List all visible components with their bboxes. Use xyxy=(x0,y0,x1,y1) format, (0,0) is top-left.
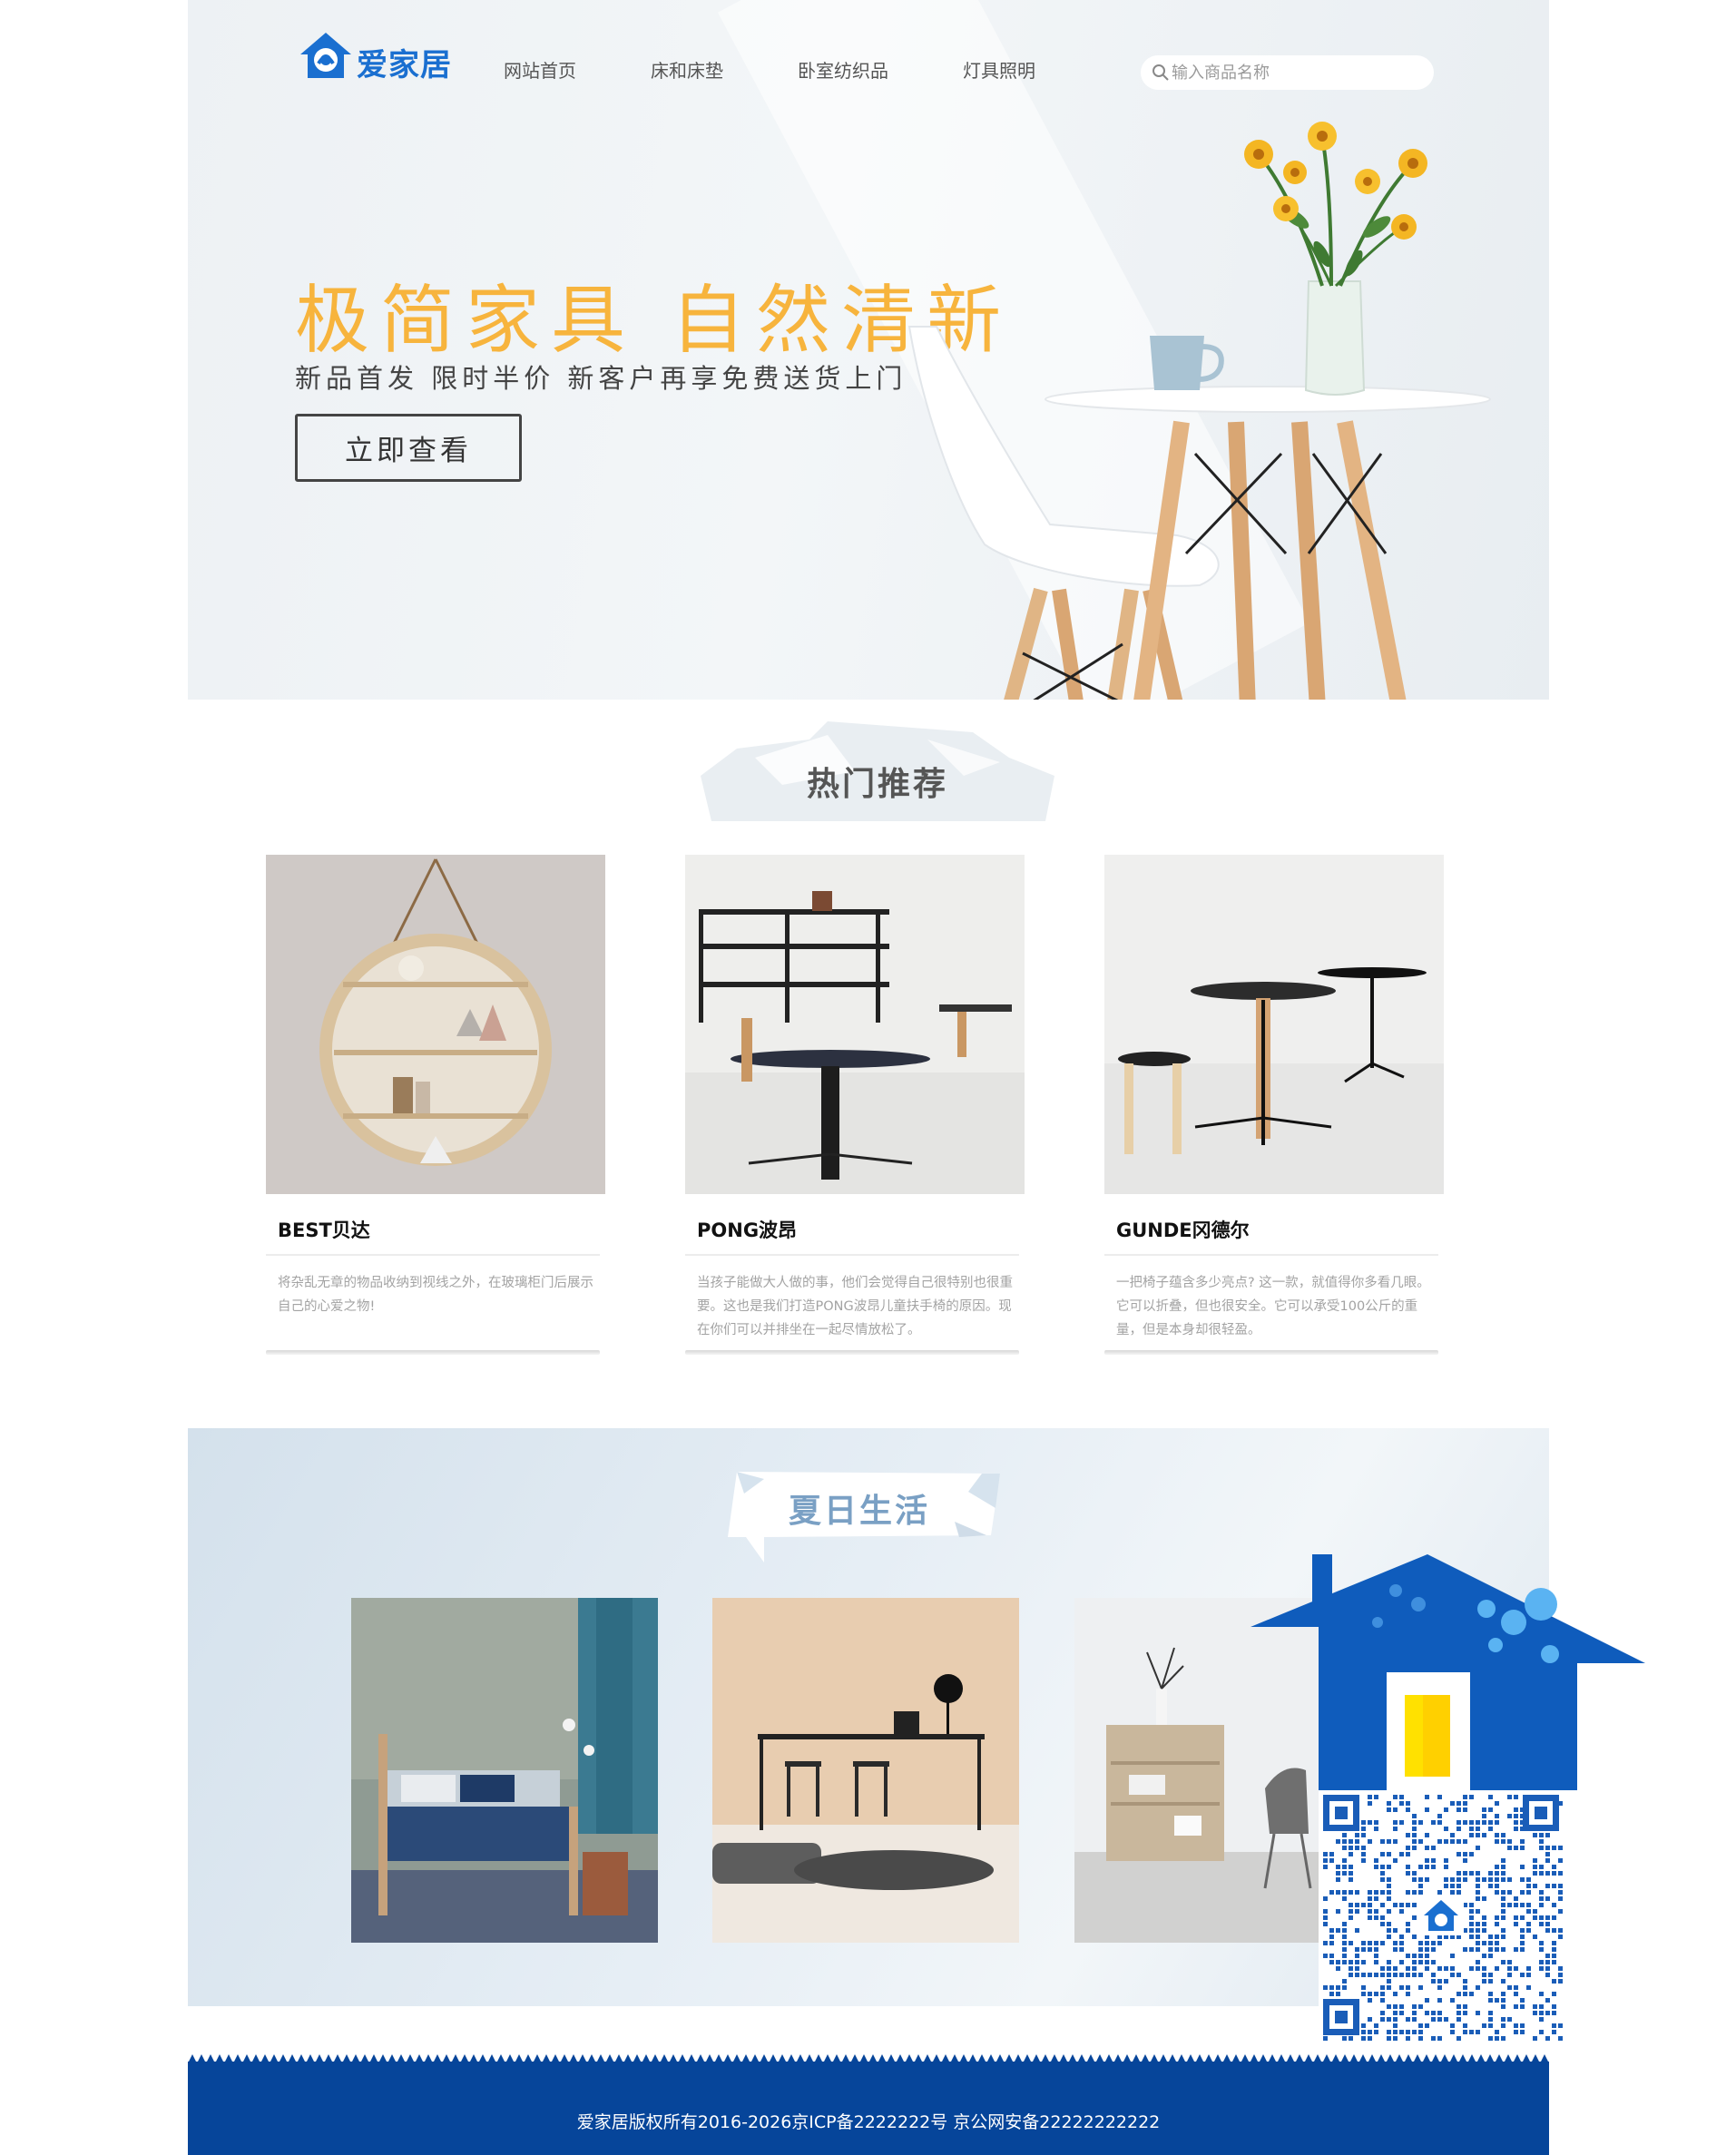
site-footer: 爱家居版权所有2016-2026京ICP备2222222号 京公网安备22222… xyxy=(188,2054,1549,2155)
qr-code-icon[interactable] xyxy=(1251,1554,1650,2044)
card-shadow xyxy=(1104,1350,1438,1355)
footer-zigzag-decoration xyxy=(188,2054,1549,2063)
search-box[interactable] xyxy=(1141,55,1434,90)
product-description: 一把椅子蕴含多少亮点? 这一款，就值得你多看几眼。它可以折叠，但也很安全。它可以… xyxy=(1116,1276,1430,1337)
card-shadow xyxy=(685,1350,1019,1355)
product-image[interactable] xyxy=(685,855,1025,1194)
bedroom-photo[interactable] xyxy=(351,1598,658,1943)
search-icon[interactable] xyxy=(1152,64,1170,82)
nav-item-beds[interactable]: 床和床垫 xyxy=(651,56,723,83)
site-logo[interactable]: 爱家居 xyxy=(297,27,460,86)
product-name[interactable]: PONG波昂 xyxy=(697,1216,797,1243)
divider xyxy=(1104,1254,1438,1256)
summer-section-heading: 夏日生活 xyxy=(728,1472,1009,1572)
product-description: 当孩子能做大人做的事，他们会觉得自己很特别也很重要。这也是我们打造PONG波昂儿… xyxy=(697,1276,1013,1337)
copyright-text: 爱家居版权所有2016-2026京ICP备2222222号 京公网安备22222… xyxy=(576,2112,1161,2132)
view-now-button[interactable]: 立即查看 xyxy=(295,414,522,482)
search-input[interactable] xyxy=(1172,60,1417,85)
divider xyxy=(266,1254,600,1256)
dining-photo[interactable] xyxy=(712,1598,1019,1943)
hot-section-title: 热门推荐 xyxy=(806,766,948,803)
nav-item-home[interactable]: 网站首页 xyxy=(504,56,576,83)
nav-item-lighting[interactable]: 灯具照明 xyxy=(963,56,1035,83)
summer-section-title: 夏日生活 xyxy=(788,1493,930,1530)
hero-banner: 爱家居 网站首页 床和床垫 卧室纺织品 灯具照明 极简家具 自然清新 新品首发 … xyxy=(188,0,1549,700)
qr-code-widget[interactable] xyxy=(1251,1554,1650,2044)
nav-item-textiles[interactable]: 卧室纺织品 xyxy=(798,56,888,83)
divider xyxy=(685,1254,1019,1256)
card-shadow xyxy=(266,1350,600,1355)
product-image[interactable] xyxy=(266,855,605,1194)
product-image[interactable] xyxy=(1104,855,1444,1194)
product-description: 将杂乱无章的物品收纳到视线之外，在玻璃柜门后展示自己的心爱之物! xyxy=(278,1276,593,1314)
brand-name: 爱家居 xyxy=(357,47,452,83)
product-name[interactable]: BEST贝达 xyxy=(278,1216,370,1243)
hot-section-heading: 热门推荐 xyxy=(701,721,1054,821)
house-logo-icon xyxy=(300,33,351,78)
product-name[interactable]: GUNDE冈德尔 xyxy=(1116,1216,1250,1243)
hero-furniture-illustration xyxy=(907,122,1491,700)
